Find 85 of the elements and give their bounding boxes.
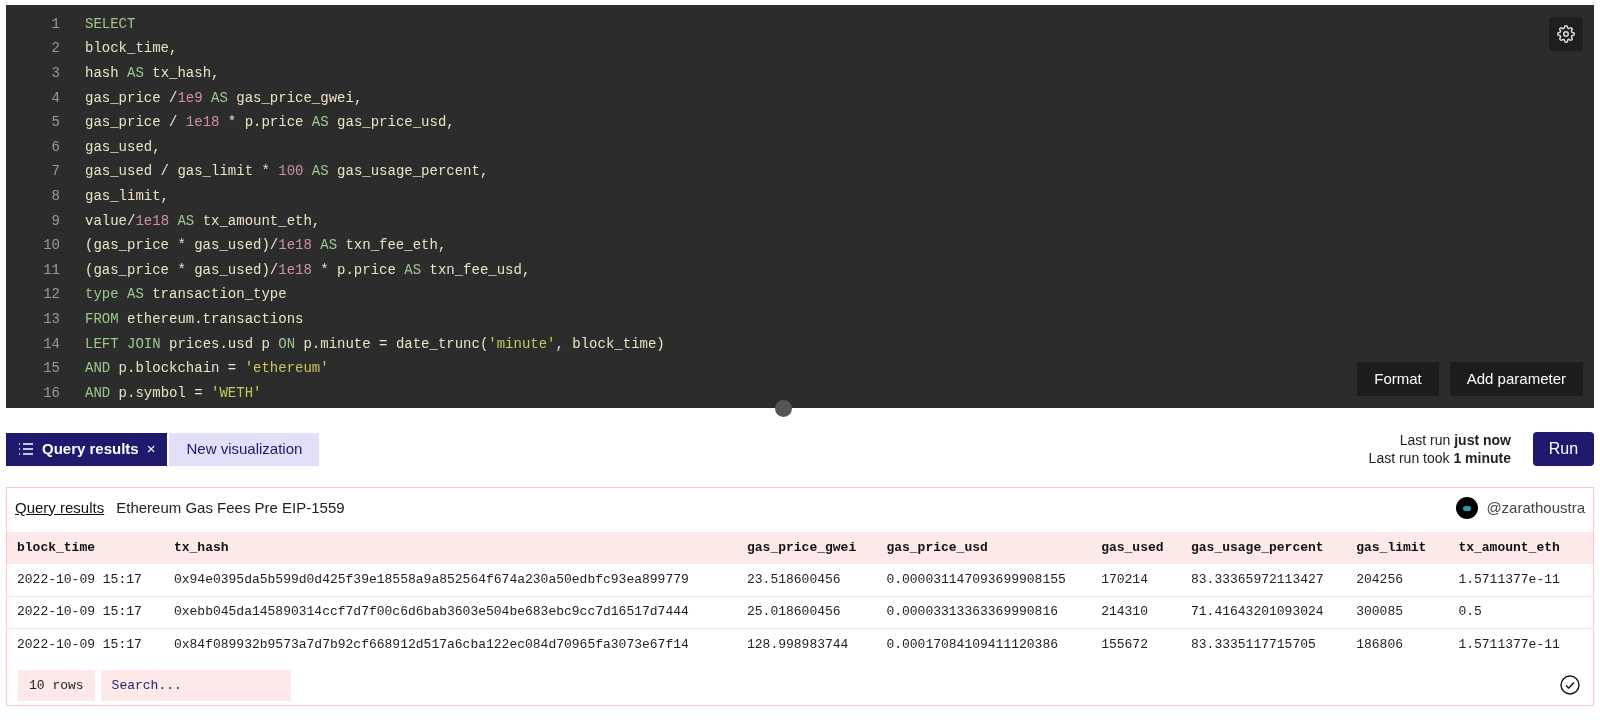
code-line: AND p.blockchain = 'ethereum' [85, 359, 329, 379]
table-cell: 2022-10-09 15:17 [7, 596, 164, 628]
table-cell: 300085 [1346, 596, 1449, 628]
table-cell: 128.998983744 [737, 628, 877, 660]
column-header[interactable]: gas_price_usd [876, 532, 1092, 564]
table-cell: 0xebb045da145890314ccf7d7f00c6d6bab3603e504be683ebc9cc7d16517d7444 [163, 596, 737, 628]
column-header[interactable]: gas_limit [1346, 532, 1449, 564]
table-cell: 1.5711377e-11 [1448, 564, 1593, 596]
code-line: block_time, [85, 39, 178, 59]
settings-button[interactable] [1549, 17, 1583, 51]
line-number: 7 [50, 162, 60, 182]
table-cell: 23.518600456 [737, 564, 877, 596]
table-cell: 204256 [1346, 564, 1449, 596]
line-number: 3 [50, 64, 60, 83]
code-line: gas_used / gas_limit * 100 AS gas_usage_percent, [85, 162, 489, 182]
line-number: 6 [50, 137, 60, 157]
query-title: Ethereum Gas Fees Pre EIP-1559 [116, 497, 345, 518]
table-cell: 2022-10-09 15:17 [7, 628, 164, 660]
table-cell: 186806 [1346, 628, 1449, 660]
table-cell: 83.3335117715705 [1181, 628, 1347, 660]
column-header[interactable]: gas_used [1091, 532, 1181, 564]
line-number: 2 [50, 39, 60, 59]
line-number: 10 [42, 236, 60, 256]
line-number: 9 [50, 211, 60, 231]
avatar-icon [1456, 497, 1479, 519]
table-cell: 0x84f089932b9573a7d7b92cf668912d517a6cba122ec084d70965fa3073e67f14 [163, 628, 737, 660]
code-line: type AS transaction_type [85, 285, 287, 305]
code-line: value/1e18 AS tx_amount_eth, [85, 211, 321, 231]
results-tab[interactable]: Query results × [6, 432, 168, 466]
line-number: 14 [42, 334, 60, 354]
query-results-link[interactable]: Query results [15, 496, 105, 520]
line-number: 1 [50, 14, 60, 34]
table-cell: 0.00003313363369990816 [876, 596, 1092, 628]
code-line: gas_price / 1e18 * p.price AS gas_price_usd, [85, 113, 455, 133]
settings-icon [1557, 25, 1575, 43]
row-count: 10 rows [18, 670, 95, 701]
run-button[interactable]: Run [1533, 432, 1594, 466]
column-header[interactable]: block_time [7, 532, 164, 564]
code-line: gas_used, [85, 137, 161, 157]
editor-button[interactable]: Format [1357, 362, 1439, 396]
table-cell: 0x94e0395da5b599d0d425f39e18558a9a852564f674a230a50edbfc93ea899779 [163, 564, 737, 596]
code-line: AND p.symbol = 'WETH' [85, 383, 262, 403]
tab-close-button[interactable]: × [146, 437, 156, 461]
column-header[interactable]: gas_price_gwei [737, 532, 877, 564]
code-line: gas_price /1e9 AS gas_price_gwei, [85, 88, 363, 108]
table-cell: 0.00017084109411120386 [876, 628, 1092, 660]
editor-button[interactable]: Add parameter [1449, 362, 1583, 396]
list-icon [18, 442, 34, 456]
table-cell: 71.41643201093024 [1181, 596, 1347, 628]
column-header[interactable]: gas_usage_percent [1181, 532, 1347, 564]
code-line: hash AS tx_hash, [85, 64, 220, 83]
run-status-text: Last run just now [1399, 431, 1511, 449]
line-number: 15 [42, 359, 60, 379]
table-cell: 0.000031147093699908155 [876, 564, 1092, 596]
run-status-text: Last run took 1 minute [1368, 449, 1511, 467]
tab-label: New visualization [186, 438, 303, 459]
table-cell: 214310 [1091, 596, 1181, 628]
table-cell: 25.018600456 [737, 596, 877, 628]
results-tab[interactable]: New visualization [169, 432, 320, 466]
line-number: 5 [50, 113, 60, 133]
code-line: SELECT [85, 14, 136, 34]
table-cell: 1.5711377e-11 [1448, 628, 1593, 660]
line-number: 12 [42, 285, 60, 305]
code-line: (gas_price * gas_used)/1e18 * p.price AS txn_fee_usd, [85, 260, 531, 280]
search-field[interactable]: Search... [100, 670, 291, 701]
line-number: 4 [50, 88, 60, 108]
code-line: gas_limit, [85, 186, 169, 206]
code-line: LEFT JOIN prices.usd p ON p.minute = date_trunc('minute', block_time) [85, 334, 665, 354]
table-cell: 2022-10-09 15:17 [7, 564, 164, 596]
line-number: 13 [42, 309, 60, 329]
line-number: 11 [42, 260, 60, 280]
table-cell: 83.33365972113427 [1181, 564, 1347, 596]
check-circle-icon [1560, 675, 1580, 695]
column-header[interactable]: tx_hash [163, 532, 737, 564]
line-number: 16 [42, 383, 60, 403]
resize-handle[interactable] [775, 400, 792, 417]
tab-label: Query results [42, 438, 139, 459]
line-number: 8 [50, 186, 60, 206]
code-line: FROM ethereum.transactions [85, 309, 304, 329]
code-line: (gas_price * gas_used)/1e18 AS txn_fee_eth, [85, 236, 447, 256]
username: @zarathoustra [1486, 497, 1585, 518]
table-cell: 155672 [1091, 628, 1181, 660]
table-cell: 170214 [1091, 564, 1181, 596]
column-header[interactable]: tx_amount_eth [1448, 532, 1593, 564]
table-cell: 0.5 [1448, 596, 1593, 628]
